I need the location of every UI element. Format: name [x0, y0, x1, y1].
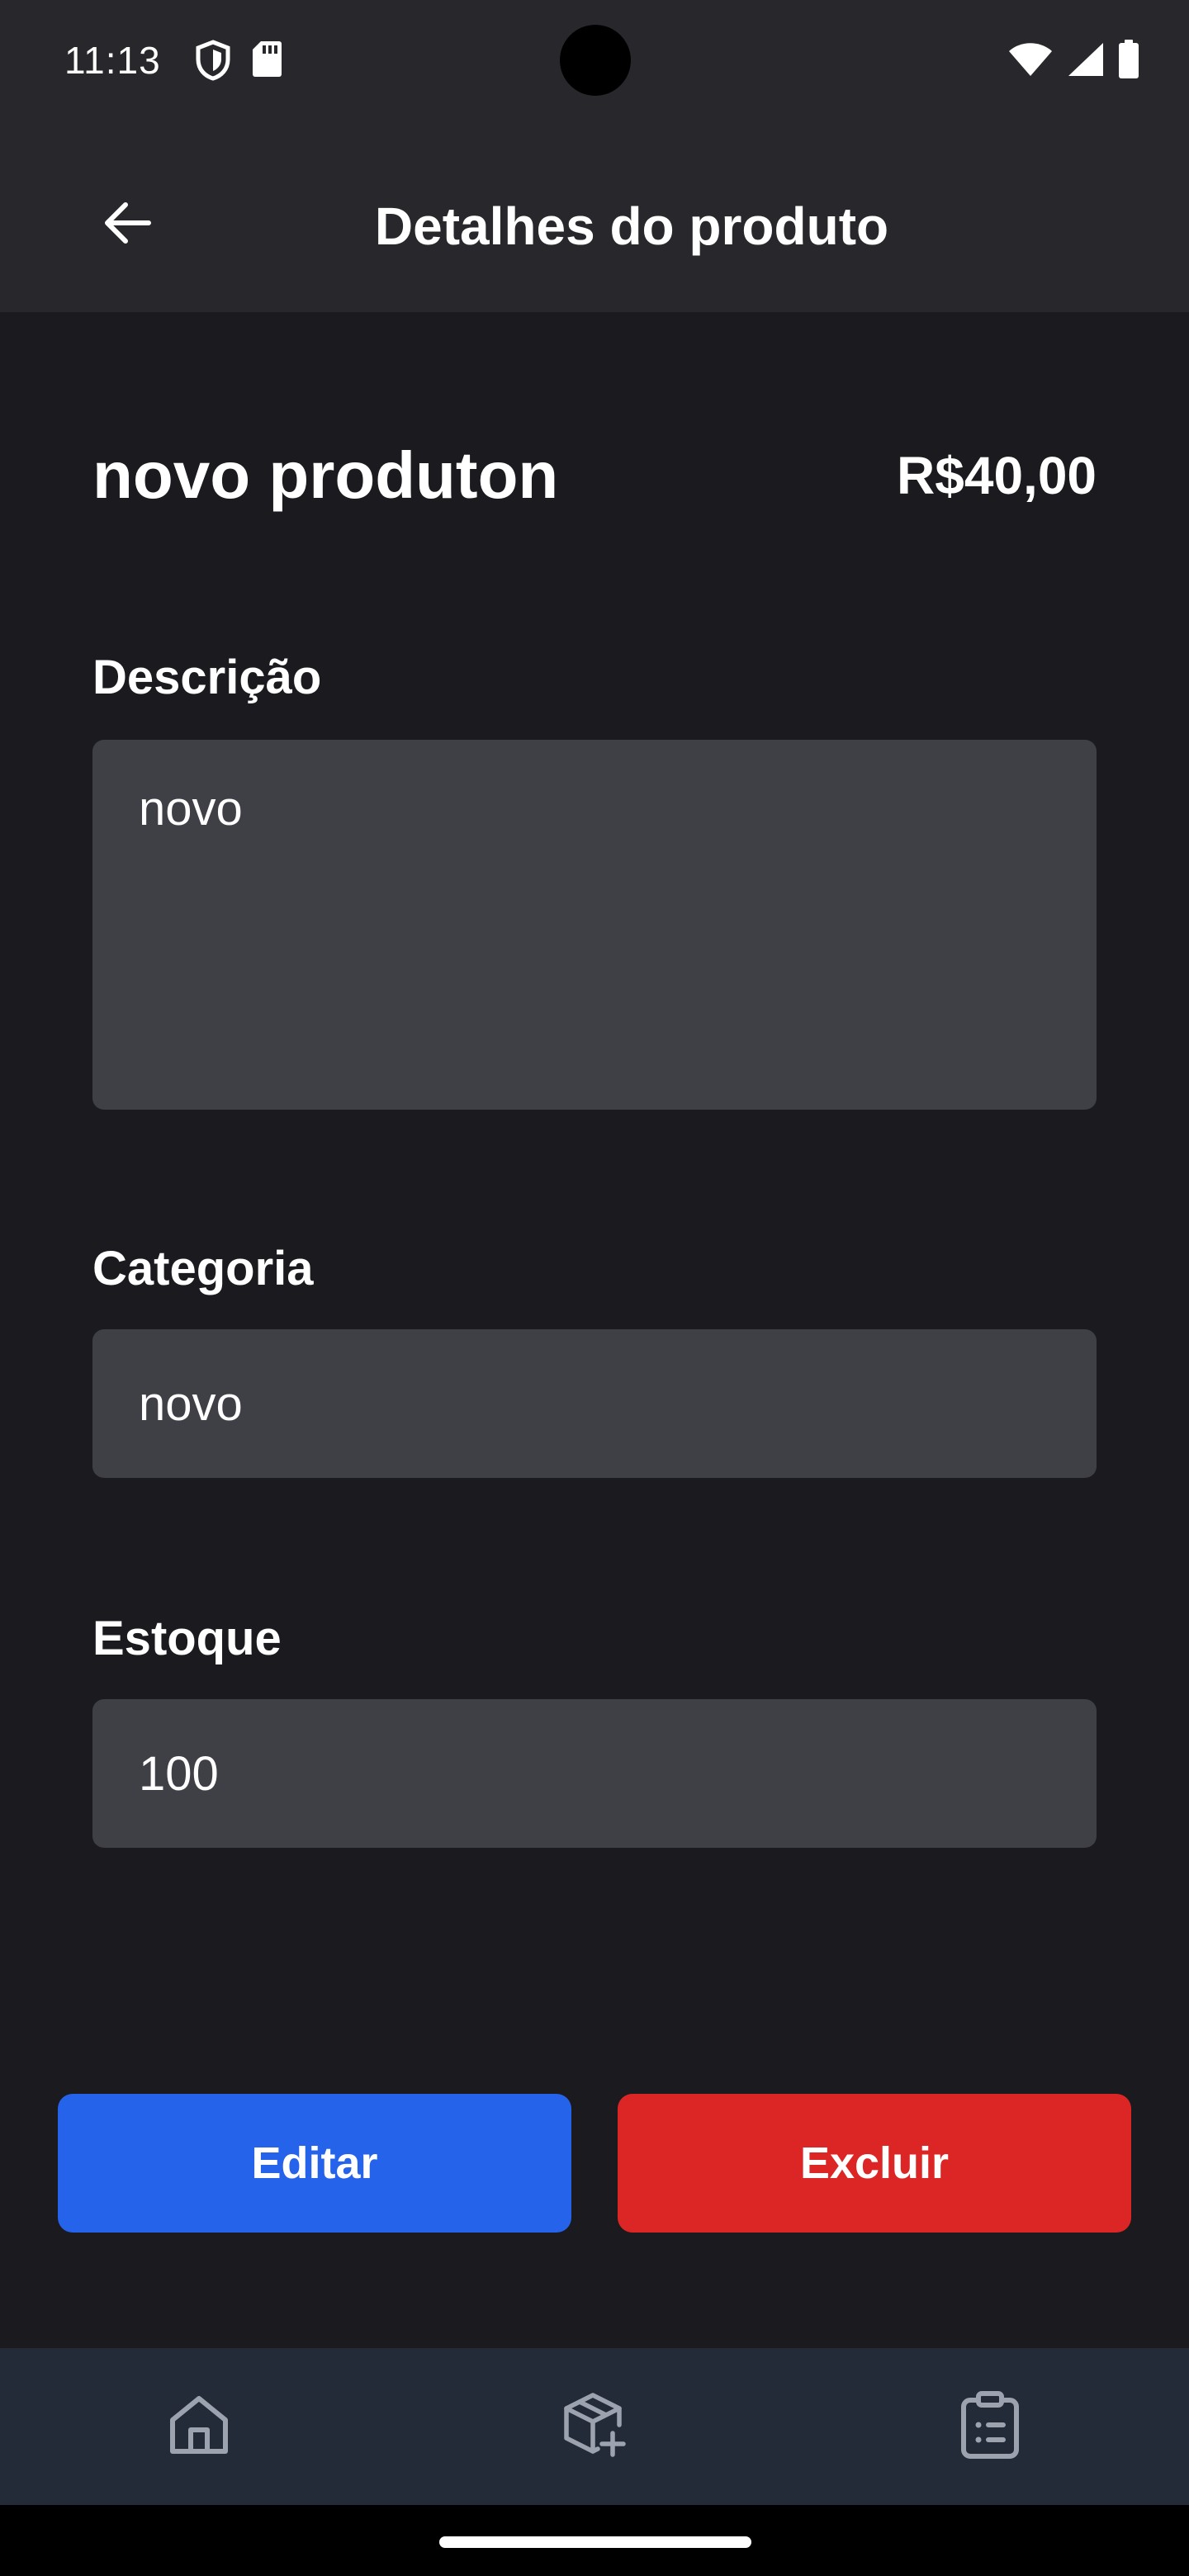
signal-icon — [1067, 41, 1105, 82]
home-gesture-handle[interactable] — [439, 2536, 751, 2548]
wifi-icon — [1007, 41, 1054, 82]
nav-home[interactable] — [154, 2381, 244, 2472]
category-label: Categoria — [92, 1242, 314, 1295]
delete-button[interactable]: Excluir — [618, 2094, 1131, 2233]
product-name: novo produton — [92, 438, 559, 512]
nav-add-product[interactable] — [549, 2381, 640, 2472]
app-bar: Detalhes do produto — [0, 124, 1189, 312]
status-left-icons — [195, 40, 282, 85]
shield-icon — [195, 40, 231, 85]
home-icon — [166, 2392, 232, 2462]
system-gesture-area — [0, 2505, 1189, 2576]
page-title: Detalhes do produto — [374, 197, 889, 256]
camera-cutout — [560, 25, 631, 96]
stock-field[interactable]: 100 — [92, 1699, 1097, 1848]
edit-button[interactable]: Editar — [58, 2094, 571, 2233]
bottom-nav — [0, 2348, 1189, 2505]
description-field[interactable]: novo — [92, 740, 1097, 1110]
description-label: Descrição — [92, 651, 322, 704]
package-add-icon — [560, 2390, 629, 2464]
product-details-screen: 11:13 Detalhes do produto novo produton … — [0, 0, 1189, 2576]
status-bar: 11:13 — [0, 0, 1189, 124]
nav-orders[interactable] — [945, 2381, 1035, 2472]
status-time: 11:13 — [64, 39, 161, 82]
category-field[interactable]: novo — [92, 1329, 1097, 1478]
stock-label: Estoque — [92, 1612, 282, 1665]
battery-icon — [1118, 40, 1139, 83]
product-price: R$40,00 — [897, 446, 1097, 505]
sd-card-icon — [251, 40, 282, 85]
status-right-icons — [1007, 40, 1139, 83]
clipboard-list-icon — [959, 2390, 1021, 2464]
